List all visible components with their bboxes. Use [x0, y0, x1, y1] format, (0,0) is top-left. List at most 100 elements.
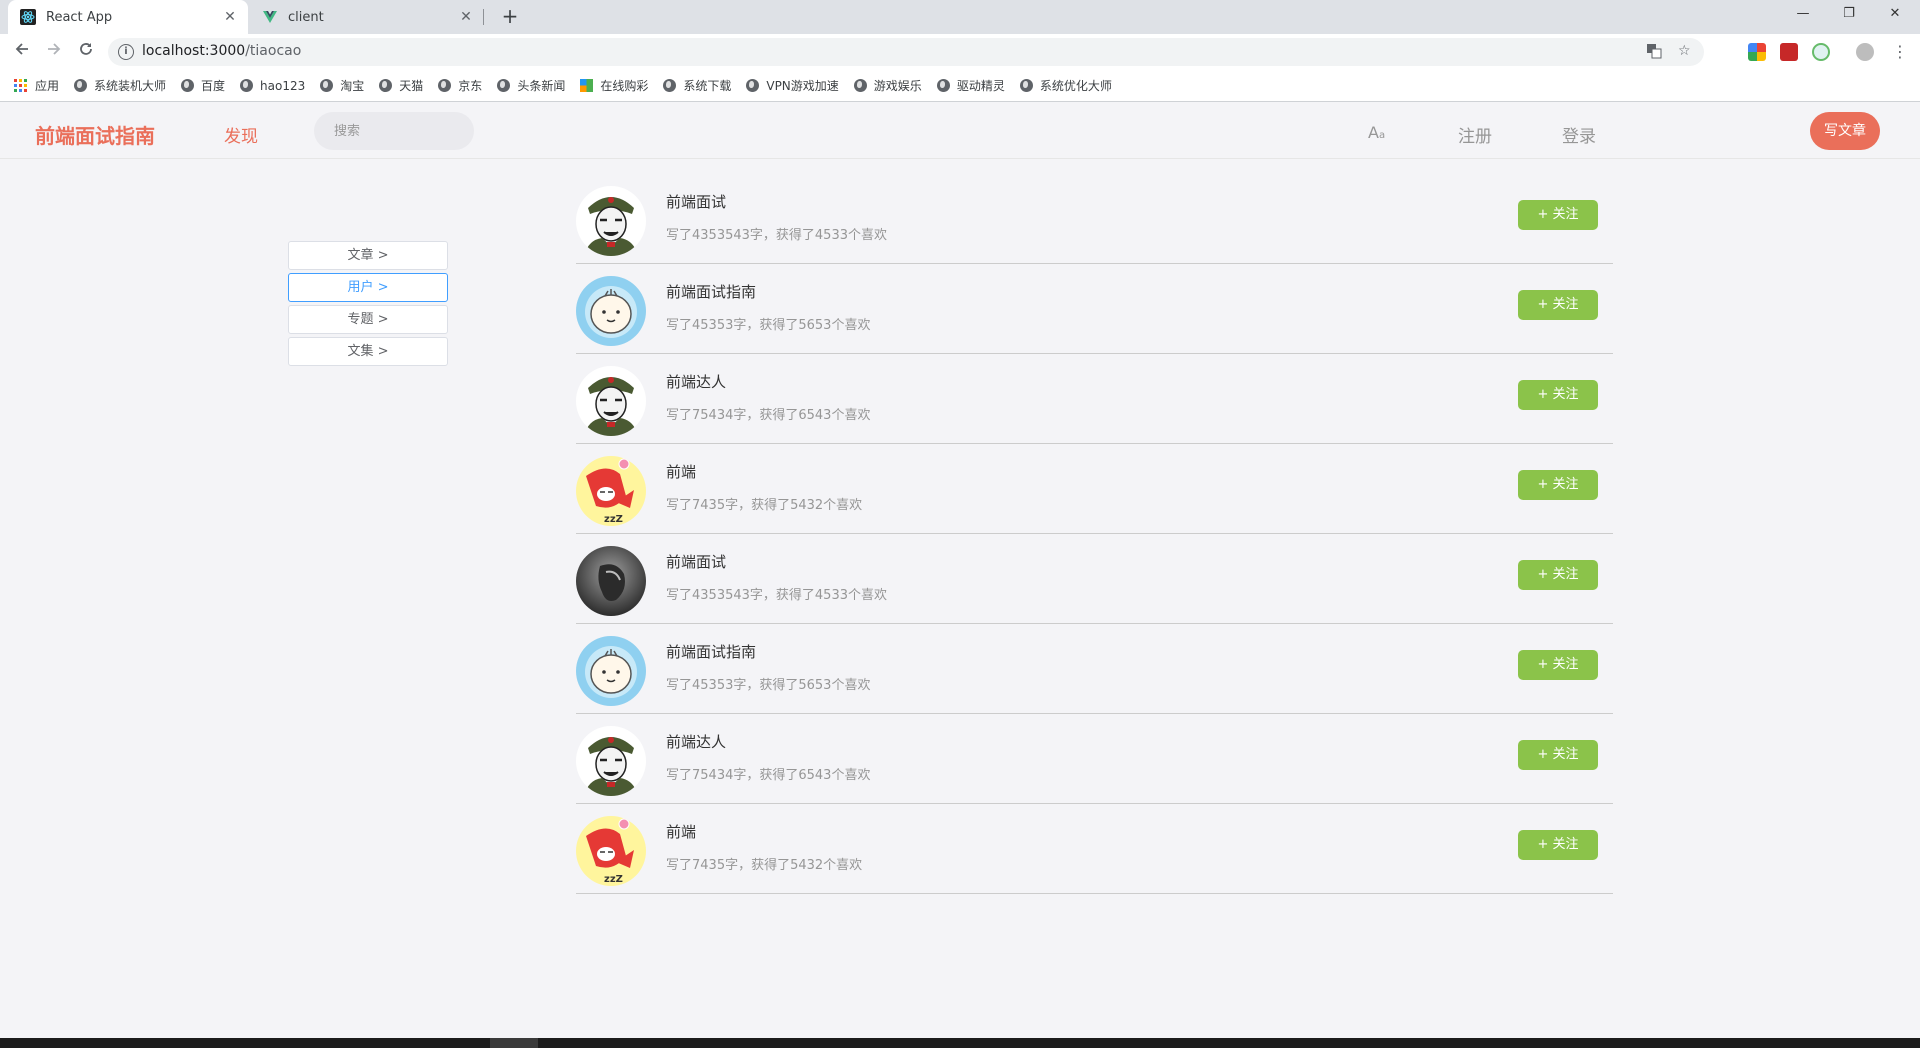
bookmark-label: 在线购彩	[600, 79, 649, 93]
url-host: localhost:3000	[142, 43, 246, 59]
bookmark-item[interactable]: 在线购彩	[580, 77, 648, 94]
apps-grid-icon	[14, 79, 27, 92]
react-icon	[20, 9, 36, 25]
taskbar-active-app[interactable]	[490, 1038, 538, 1048]
globe-icon	[438, 79, 452, 92]
register-link[interactable]: 注册	[1458, 122, 1492, 147]
user-name[interactable]: 前端面试	[666, 191, 726, 212]
follow-button[interactable]: + 关注	[1518, 470, 1598, 500]
close-window-button[interactable]: ✕	[1872, 0, 1918, 28]
search-input[interactable]	[314, 112, 474, 150]
forward-icon[interactable]	[42, 40, 66, 64]
user-name[interactable]: 前端面试指南	[666, 281, 756, 302]
follow-button[interactable]: + 关注	[1518, 740, 1598, 770]
extension-icon[interactable]	[1812, 43, 1830, 61]
page: 前端面试指南 发现 Aa 注册 登录 写文章 文章 >用户 >专题 >文集 > …	[0, 103, 1920, 1038]
follow-button[interactable]: + 关注	[1518, 650, 1598, 680]
bookmark-label: hao123	[260, 78, 306, 93]
bookmark-item[interactable]: 淘宝	[320, 77, 364, 94]
bookmark-star-icon[interactable]: ☆	[1678, 43, 1691, 59]
bookmark-item[interactable]: 系统下载	[663, 77, 731, 94]
follow-button[interactable]: + 关注	[1518, 830, 1598, 860]
follow-button[interactable]: + 关注	[1518, 380, 1598, 410]
user-name[interactable]: 前端面试	[666, 551, 726, 572]
user-name[interactable]: 前端达人	[666, 371, 726, 392]
close-tab-icon[interactable]: ✕	[220, 9, 240, 25]
side-menu-item[interactable]: 用户 >	[288, 273, 448, 302]
new-tab-button[interactable]: +	[498, 5, 522, 29]
user-row: 前端面试 写了4353543字，获得了4533个喜欢 + 关注	[576, 534, 1613, 624]
bookmark-label: 系统下载	[683, 79, 732, 93]
extension-icon[interactable]	[1780, 43, 1798, 61]
user-name[interactable]: 前端达人	[666, 731, 726, 752]
site-logo[interactable]: 前端面试指南	[35, 120, 155, 149]
user-name[interactable]: 前端	[666, 461, 696, 482]
minimize-button[interactable]: —	[1780, 0, 1826, 28]
globe-icon	[853, 79, 867, 92]
avatar[interactable]: zzZ	[576, 456, 646, 526]
avatar[interactable]	[576, 636, 646, 706]
login-link[interactable]: 登录	[1562, 122, 1596, 147]
bookmark-label: 百度	[201, 79, 226, 93]
follow-button[interactable]: + 关注	[1518, 200, 1598, 230]
user-stats: 写了45353字，获得了5653个喜欢	[666, 678, 871, 693]
back-icon[interactable]	[10, 40, 34, 64]
menu-dots-icon[interactable]: ⋮	[1888, 40, 1912, 64]
bookmark-label: 系统优化大师	[1039, 79, 1112, 93]
bookmark-label: 淘宝	[340, 79, 365, 93]
user-row: zzZ 前端 写了7435字，获得了5432个喜欢 + 关注	[576, 804, 1613, 894]
bookmark-item[interactable]: 驱动精灵	[936, 77, 1005, 94]
globe-icon	[936, 79, 950, 92]
side-menu-item[interactable]: 文集 >	[288, 337, 448, 366]
avatar[interactable]	[576, 186, 646, 256]
url-path: /tiaocao	[245, 43, 302, 59]
tab-react-app[interactable]: React App ✕	[8, 0, 248, 34]
address-bar[interactable]: i localhost:3000/tiaocao ☆	[108, 38, 1704, 66]
avatar[interactable]	[576, 366, 646, 436]
site-info-icon[interactable]: i	[118, 44, 134, 60]
bookmark-item[interactable]: 京东	[438, 77, 482, 94]
reload-icon[interactable]	[74, 40, 98, 64]
globe-icon	[320, 79, 334, 92]
globe-icon	[181, 79, 195, 92]
user-name[interactable]: 前端	[666, 821, 696, 842]
bookmark-item[interactable]: hao123	[240, 79, 305, 93]
bookmark-item[interactable]: 系统优化大师	[1019, 77, 1112, 94]
restore-button[interactable]: ❐	[1826, 0, 1872, 28]
side-menu-item[interactable]: 专题 >	[288, 305, 448, 334]
font-toggle-sub: a	[1378, 130, 1386, 141]
user-stats: 写了7435字，获得了5432个喜欢	[666, 498, 863, 513]
close-tab-icon[interactable]: ✕	[456, 9, 476, 25]
bookmark-item[interactable]: 天猫	[379, 77, 423, 94]
avatar[interactable]	[576, 546, 646, 616]
avatar[interactable]	[576, 726, 646, 796]
follow-button[interactable]: + 关注	[1518, 560, 1598, 590]
side-menu: 文章 > 用户 > 专题 > 文集 >	[288, 241, 448, 369]
bookmark-item[interactable]: 游戏娱乐	[853, 77, 922, 94]
bookmark-item[interactable]: 系统装机大师	[74, 77, 166, 94]
follow-button[interactable]: + 关注	[1518, 290, 1598, 320]
user-row: 前端面试 写了4353543字，获得了4533个喜欢 + 关注	[576, 174, 1613, 264]
translate-icon[interactable]	[1646, 43, 1662, 63]
user-stats: 写了75434字，获得了6543个喜欢	[666, 768, 871, 783]
bookmark-item[interactable]: 百度	[181, 77, 225, 94]
user-name[interactable]: 前端面试指南	[666, 641, 756, 662]
side-menu-item[interactable]: 文章 >	[288, 241, 448, 270]
tab-title: React App	[46, 9, 113, 25]
bookmark-item[interactable]: 应用	[14, 77, 59, 94]
avatar[interactable]	[576, 276, 646, 346]
extension-icon[interactable]	[1748, 43, 1766, 61]
bookmark-label: 游戏娱乐	[873, 79, 922, 93]
bookmark-label: 应用	[35, 79, 60, 93]
write-article-button[interactable]: 写文章	[1810, 112, 1880, 150]
globe-icon	[74, 79, 88, 92]
bookmark-item[interactable]: VPN游戏加速	[746, 77, 839, 94]
bookmark-item[interactable]: 头条新闻	[497, 77, 565, 94]
profile-avatar-icon[interactable]	[1856, 43, 1874, 61]
font-toggle-icon[interactable]: Aa	[1368, 123, 1385, 142]
vue-icon	[262, 9, 278, 25]
nav-discover[interactable]: 发现	[224, 122, 258, 147]
tab-client[interactable]: client ✕	[250, 0, 484, 34]
avatar[interactable]: zzZ	[576, 816, 646, 886]
colored-square-icon	[580, 79, 594, 92]
